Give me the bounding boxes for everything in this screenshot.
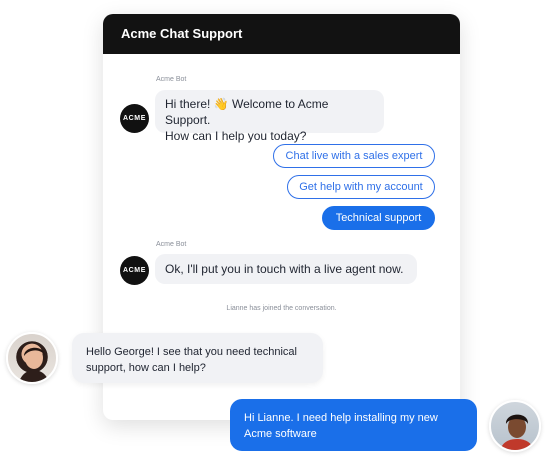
agent-line-2: support, how can I help?	[86, 362, 206, 374]
user-line-1: Hi Lianne. I need help installing my new	[244, 412, 438, 424]
agent-line-1: Hello George! I see that you need techni…	[86, 346, 297, 358]
bot-avatar-2: ACME	[120, 256, 149, 285]
greeting-line-1: Hi there! 👋 Welcome to Acme Support.	[165, 97, 329, 127]
bot-sender-label-2: Acme Bot	[156, 241, 187, 248]
quick-reply-technical[interactable]: Technical support	[322, 206, 435, 230]
chat-header-title: Acme Chat Support	[103, 14, 460, 54]
agent-message-bubble: Hello George! I see that you need techni…	[72, 333, 323, 383]
agent-photo-icon	[18, 347, 50, 382]
user-message-bubble: Hi Lianne. I need help installing my new…	[230, 399, 477, 451]
bot-sender-label: Acme Bot	[156, 76, 187, 83]
user-avatar-photo	[489, 400, 541, 452]
user-line-2: Acme software	[244, 428, 317, 440]
user-photo-icon	[499, 414, 535, 450]
agent-avatar-photo	[6, 332, 58, 384]
bot-greeting-bubble: Hi there! 👋 Welcome to Acme Support. How…	[155, 90, 384, 143]
quick-reply-account[interactable]: Get help with my account	[287, 175, 435, 199]
bot-reply-bubble: Ok, I'll put you in touch with a live ag…	[155, 254, 417, 284]
greeting-line-2: How can I help you today?	[165, 129, 307, 143]
bot-avatar: ACME	[120, 104, 149, 133]
system-notice: Lianne has joined the conversation.	[226, 305, 337, 312]
quick-reply-sales[interactable]: Chat live with a sales expert	[273, 144, 435, 168]
